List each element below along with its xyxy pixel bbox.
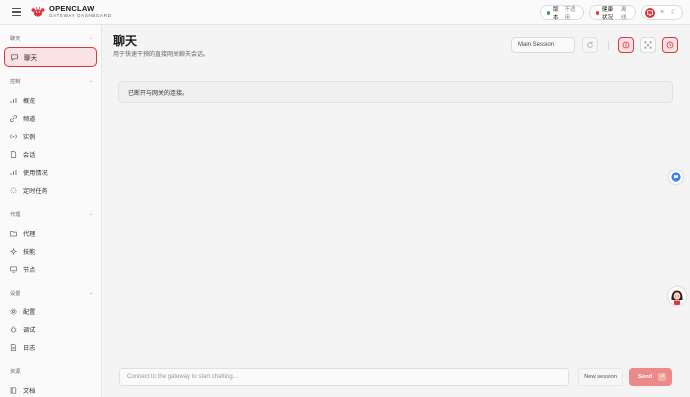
assistant-avatar[interactable]	[668, 287, 686, 305]
sidebar-item-skills[interactable]: 技能	[10, 245, 35, 257]
sidebar-item-label: 文档	[23, 387, 36, 395]
sidebar-item-config[interactable]: 配置	[10, 305, 35, 317]
sidebar-item-channels[interactable]: 频道	[10, 112, 35, 124]
sidebar-item-chat[interactable]: 聊天	[4, 47, 97, 67]
sidebar-item-label: 概览	[23, 97, 36, 105]
health-value: 离线	[620, 6, 627, 21]
loader-icon	[10, 187, 17, 193]
disconnected-notice: 已断开与网关的连接。	[118, 81, 673, 103]
focus-icon	[644, 41, 652, 49]
sidebar-section-settings[interactable]: 设置	[10, 290, 20, 297]
monitor-icon	[647, 10, 653, 16]
sidebar-section-resources[interactable]: 资源	[10, 368, 20, 375]
gear-icon	[10, 307, 17, 315]
sidebar-item-label: 聊天	[24, 55, 38, 62]
clock-icon	[666, 41, 674, 49]
chevron-down-icon[interactable]: ⌄	[89, 290, 93, 296]
sidebar-item-label: 日志	[23, 344, 36, 352]
version-status-dot	[547, 10, 550, 15]
avatar-girl-icon	[668, 287, 686, 305]
sidebar-item-label: 会话	[23, 151, 36, 159]
sidebar-item-usage[interactable]: 使用情况	[10, 166, 48, 178]
chat-bubble-icon	[671, 172, 681, 182]
sidebar-item-label: 频道	[23, 115, 36, 123]
send-button-label: Send	[638, 374, 653, 380]
refresh-icon	[587, 41, 593, 48]
dark-theme-moon-icon[interactable]: ☾	[671, 8, 677, 18]
usage-chart-icon	[10, 169, 17, 175]
lobster-logo-icon	[31, 6, 45, 17]
menu-icon[interactable]	[12, 8, 21, 17]
sidebar-item-docs[interactable]: 文档	[10, 384, 35, 396]
health-status-dot	[596, 10, 599, 15]
sidebar-item-label: 技能	[23, 248, 36, 256]
sidebar-item-agents[interactable]: 代理	[10, 227, 35, 239]
light-theme-sun-icon[interactable]: ☀	[659, 8, 665, 18]
sidebar: 聊天 ⌄ 聊天 控制 ⌄ 概览 频道 实例 会话 使用情况 定时任务 代理 ⌄ …	[0, 25, 102, 397]
sidebar-item-label: 调试	[23, 326, 36, 334]
brand-subtitle: GATEWAY DASHBOARD	[49, 13, 112, 18]
brand: OPENCLAW GATEWAY DASHBOARD	[49, 5, 112, 19]
log-file-icon	[10, 343, 17, 351]
sidebar-section-chat[interactable]: 聊天	[10, 35, 20, 42]
version-status-pill: 版本 不适用	[540, 5, 584, 21]
sidebar-item-label: 代理	[23, 230, 36, 238]
enter-key-icon: ⏎	[658, 373, 667, 381]
thinking-toggle-button[interactable]	[618, 37, 634, 53]
brand-title: OPENCLAW	[49, 4, 95, 13]
health-label: 健康状况	[601, 6, 614, 21]
file-icon	[10, 150, 17, 158]
sidebar-item-label: 定时任务	[23, 187, 48, 195]
send-button[interactable]: Send ⏎	[629, 368, 672, 386]
top-bar: OPENCLAW GATEWAY DASHBOARD 版本 不适用 健康状况 离…	[0, 0, 690, 25]
sparkle-icon	[10, 247, 17, 255]
brain-icon	[622, 41, 630, 49]
focus-mode-button[interactable]	[640, 37, 656, 53]
sidebar-section-agent[interactable]: 代理	[10, 211, 20, 218]
page-title: 聊天	[113, 34, 138, 48]
message-input[interactable]: Connect to the gateway to start chatting…	[119, 368, 569, 386]
session-select[interactable]: Main Session	[511, 37, 575, 53]
radio-icon	[10, 133, 17, 139]
sidebar-item-instances[interactable]: 实例	[10, 130, 35, 142]
message-icon	[11, 53, 18, 61]
sidebar-item-label: 使用情况	[23, 169, 48, 177]
sidebar-item-overview[interactable]: 概览	[10, 94, 35, 106]
sidebar-item-label: 节点	[23, 266, 36, 274]
sidebar-item-debug[interactable]: 调试	[10, 323, 35, 335]
system-theme-button[interactable]	[645, 8, 655, 18]
refresh-button[interactable]	[582, 37, 598, 53]
link-icon	[10, 114, 17, 122]
page-subtitle: 用于快速干预的直接网关聊天会话。	[113, 52, 210, 58]
health-status-pill: 健康状况 离线	[589, 5, 636, 21]
version-label: 版本	[553, 6, 559, 21]
cron-sessions-button[interactable]	[662, 37, 678, 53]
sidebar-item-sessions[interactable]: 会话	[10, 148, 35, 160]
sidebar-item-label: 配置	[23, 308, 36, 316]
monitor-icon	[10, 266, 17, 273]
new-session-button[interactable]: New session	[578, 368, 623, 386]
floating-chat-button[interactable]	[669, 170, 683, 184]
chevron-down-icon[interactable]: ⌄	[89, 78, 93, 84]
chevron-down-icon[interactable]: ⌄	[89, 211, 93, 217]
bug-icon	[10, 325, 17, 333]
book-icon	[10, 386, 17, 394]
folder-icon	[10, 230, 17, 236]
sidebar-item-nodes[interactable]: 节点	[10, 263, 35, 275]
sidebar-item-logs[interactable]: 日志	[10, 341, 35, 353]
chevron-down-icon[interactable]: ⌄	[89, 35, 93, 41]
theme-switcher: ☀ ☾	[641, 5, 683, 20]
toolbar-divider	[608, 41, 609, 50]
bar-chart-icon	[10, 97, 17, 103]
sidebar-item-label: 实例	[23, 133, 36, 141]
sidebar-item-cron[interactable]: 定时任务	[10, 184, 48, 196]
sidebar-section-control[interactable]: 控制	[10, 78, 20, 85]
version-value: 不适用	[564, 6, 576, 21]
